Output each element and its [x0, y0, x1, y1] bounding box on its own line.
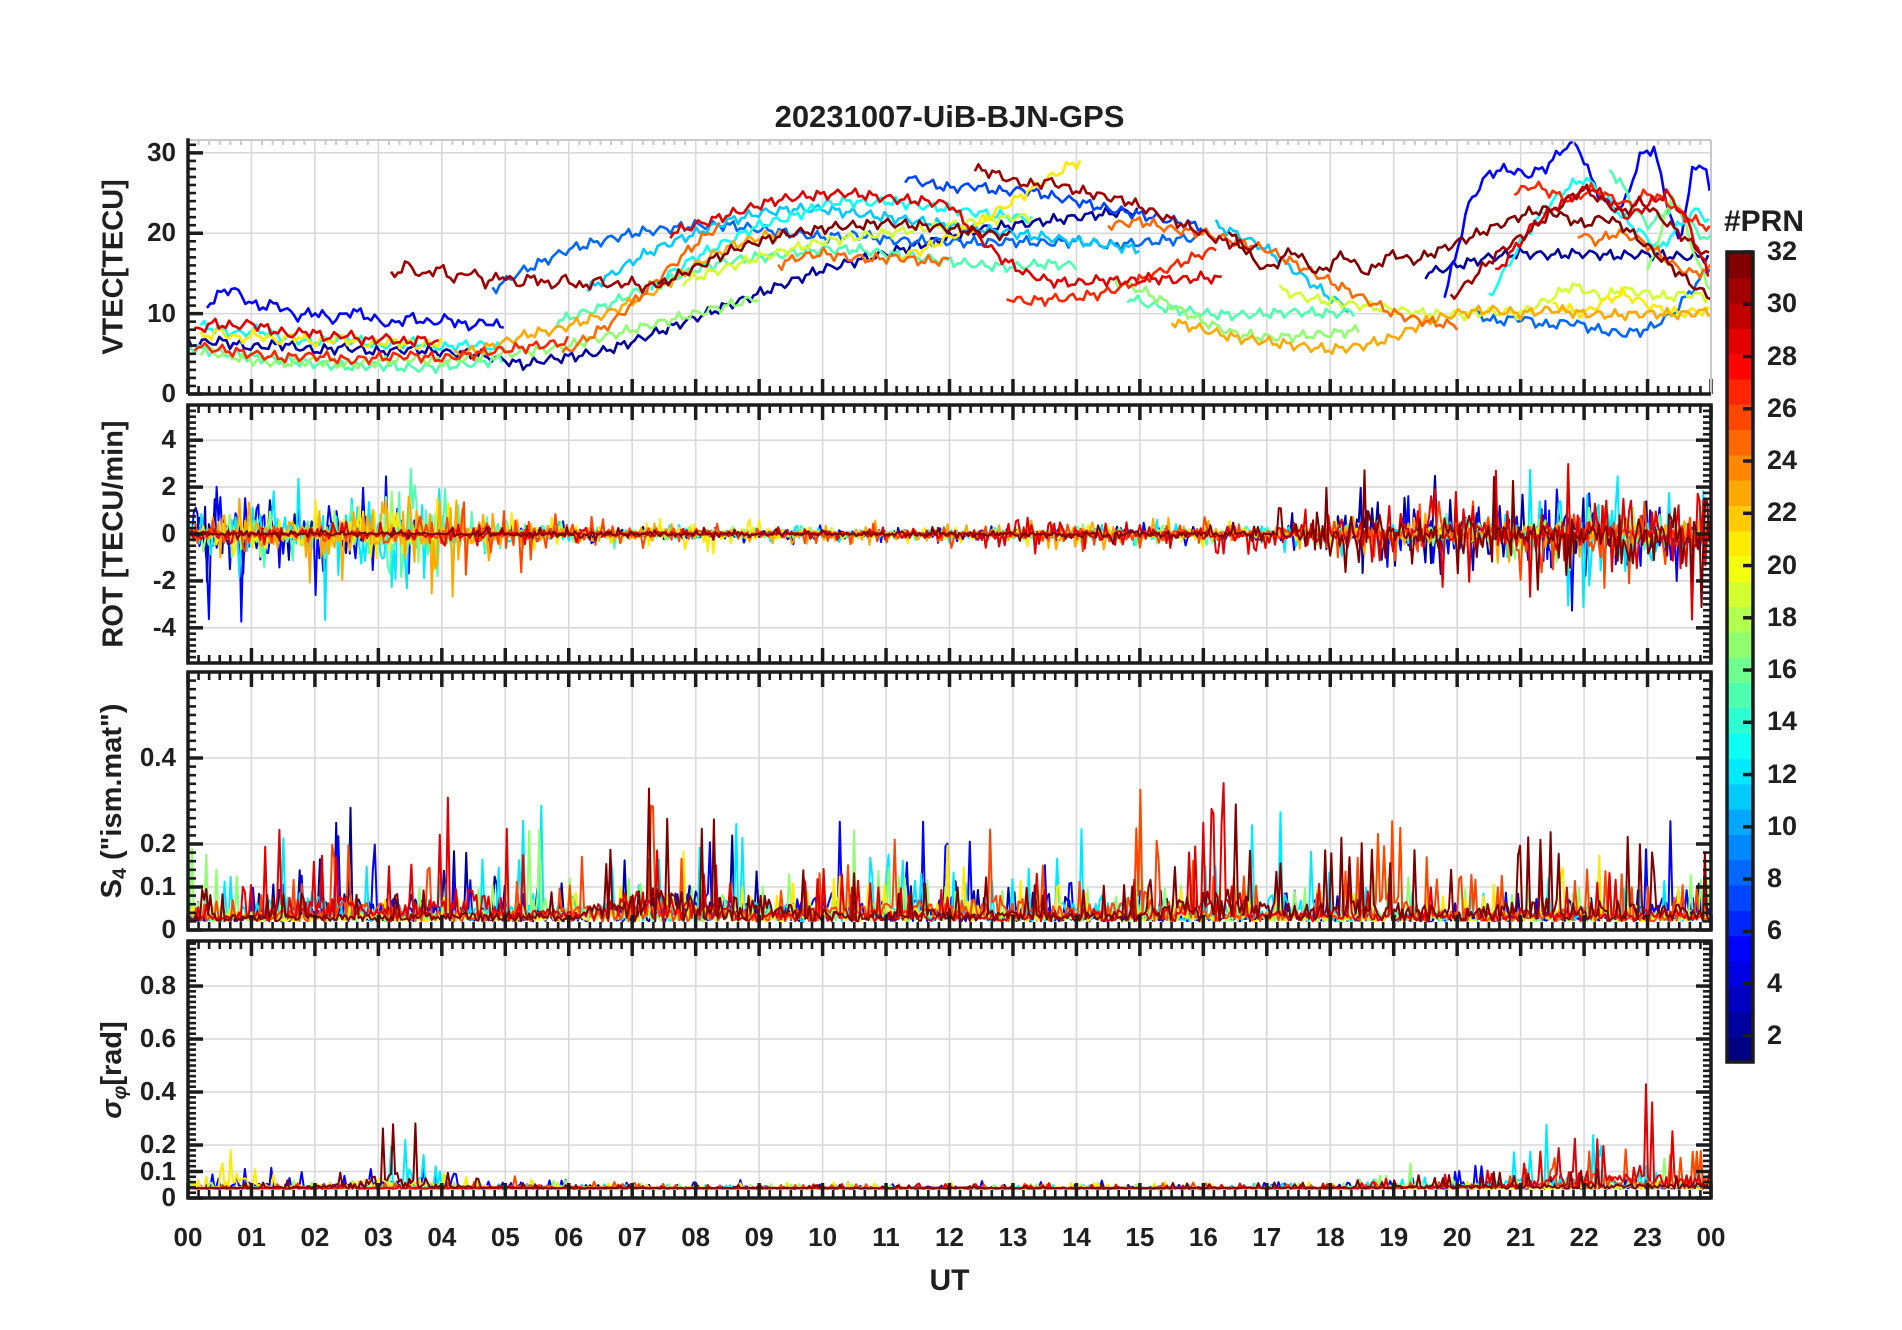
y-tick-label-sigma_phi: 0.6: [139, 1023, 176, 1054]
colorbar-tick-label: 10: [1767, 810, 1798, 841]
x-tick-label: 12: [935, 1222, 964, 1252]
x-tick-label: 10: [808, 1222, 838, 1252]
colorbar-tick-label: 20: [1767, 549, 1798, 580]
x-tick-label: 05: [490, 1222, 520, 1252]
colorbar-tick-label: 6: [1767, 915, 1783, 946]
gps-monitoring-figure: 20231007-UiB-BJN-GPS UT #PRN 0 10 20 30 VTEC…: [0, 0, 1902, 1330]
x-tick-label: 16: [1188, 1222, 1218, 1252]
y-tick-label-rot: -2: [152, 564, 176, 595]
y-tick-label-vtec: 20: [147, 217, 176, 248]
y-axis-label-sigma_phi: σφ[rad]: [95, 1020, 132, 1119]
prn-colorbar: [1725, 250, 1755, 1064]
y-tick-label-vtec: 10: [147, 297, 176, 328]
y-axis-label-vtec: VTEC[TECU]: [97, 179, 130, 355]
x-tick-label: 06: [554, 1222, 584, 1252]
y-tick-label-s4: 0.4: [139, 742, 176, 772]
y-tick-label-s4: 0.1: [139, 871, 176, 901]
x-tick-label: 08: [681, 1222, 711, 1252]
x-axis-label: UT: [929, 1264, 970, 1297]
chart-title: 20231007-UiB-BJN-GPS: [774, 99, 1125, 134]
y-tick-label-rot: 2: [161, 471, 176, 502]
x-tick-label: 18: [1315, 1222, 1345, 1252]
y-tick-label-s4: 0.2: [139, 828, 176, 858]
x-tick-label: 03: [363, 1222, 393, 1252]
colorbar-tick-label: 14: [1767, 706, 1798, 737]
colorbar-tick-label: 26: [1767, 392, 1798, 423]
colorbar-tick-label: 2: [1767, 1019, 1783, 1050]
y-tick-label-sigma_phi: 0.2: [139, 1129, 176, 1159]
y-tick-label-rot: 4: [161, 424, 176, 455]
chart-canvas: [0, 0, 1902, 1330]
x-tick-label: 04: [427, 1222, 457, 1252]
y-tick-label-vtec: 0: [161, 378, 176, 408]
y-tick-label-sigma_phi: 0.8: [139, 970, 176, 1001]
x-tick-label: 15: [1125, 1222, 1155, 1252]
x-tick-label: 07: [617, 1222, 647, 1252]
x-tick-label: 01: [236, 1222, 266, 1252]
x-tick-label: 14: [1061, 1222, 1091, 1252]
colorbar-tick-label: 32: [1767, 236, 1798, 266]
y-tick-label-sigma_phi: 0: [161, 1182, 176, 1212]
y-tick-label-s4: 0: [161, 914, 176, 944]
y-tick-label-vtec: 30: [147, 136, 176, 167]
colorbar-tick-label: 4: [1767, 967, 1783, 998]
colorbar-tick-label: 30: [1767, 288, 1798, 319]
x-tick-label: 11: [872, 1222, 900, 1252]
x-tick-label: 21: [1506, 1222, 1536, 1252]
colorbar-tick-label: 28: [1767, 340, 1798, 371]
y-axis-label-rot: ROT [TECU/min]: [97, 420, 130, 648]
x-tick-label: 09: [744, 1222, 774, 1252]
x-tick-label: 13: [998, 1222, 1028, 1252]
x-tick-label: 19: [1379, 1222, 1409, 1252]
x-tick-label: 20: [1442, 1222, 1472, 1252]
x-tick-label: 00: [173, 1222, 203, 1252]
x-tick-label: 22: [1569, 1222, 1599, 1252]
x-tick-label: 02: [300, 1222, 330, 1252]
y-tick-label-rot: 0: [161, 518, 176, 548]
colorbar-tick-label: 22: [1767, 497, 1798, 528]
y-axis-label-s4: S4 ("ism.mat"): [95, 703, 132, 899]
colorbar-title: #PRN: [1723, 205, 1805, 238]
colorbar-tick-label: 8: [1767, 863, 1783, 894]
y-tick-label-sigma_phi: 0.4: [139, 1076, 176, 1107]
colorbar-tick-label: 24: [1767, 445, 1798, 476]
y-tick-label-rot: -4: [152, 611, 176, 642]
x-tick-label: 00: [1696, 1222, 1726, 1252]
x-tick-label: 23: [1633, 1222, 1662, 1252]
x-tick-label: 17: [1252, 1222, 1282, 1252]
colorbar-tick-label: 18: [1767, 601, 1798, 632]
y-tick-label-sigma_phi: 0.1: [139, 1155, 176, 1186]
colorbar-tick-label: 12: [1767, 758, 1798, 789]
colorbar-tick-label: 16: [1767, 654, 1798, 685]
